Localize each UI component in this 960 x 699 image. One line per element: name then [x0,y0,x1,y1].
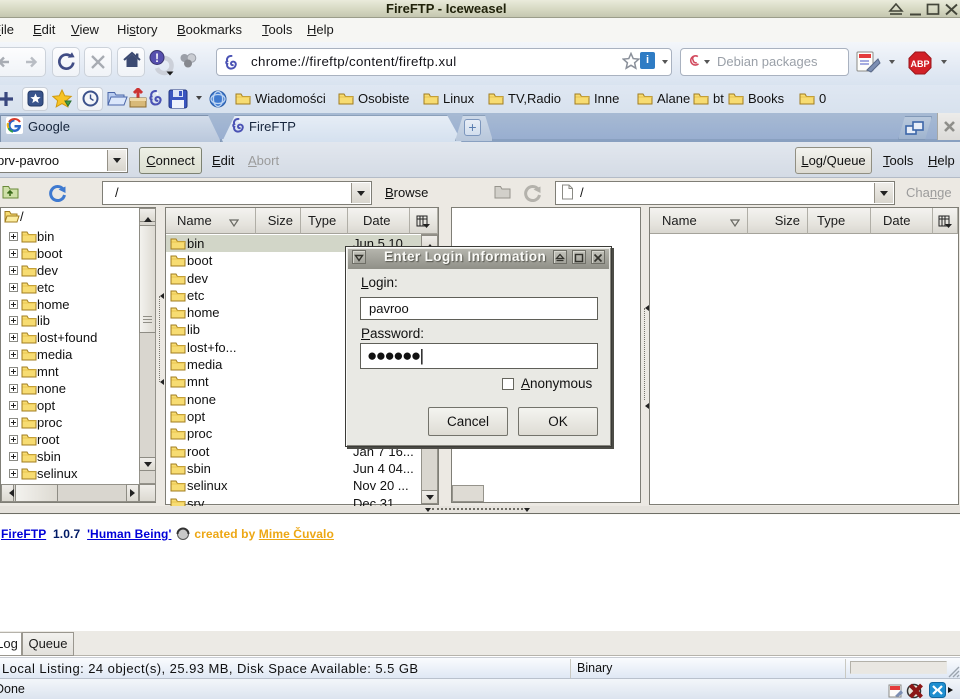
svg-text:ABP: ABP [910,59,929,69]
svg-text:!: ! [155,53,159,65]
